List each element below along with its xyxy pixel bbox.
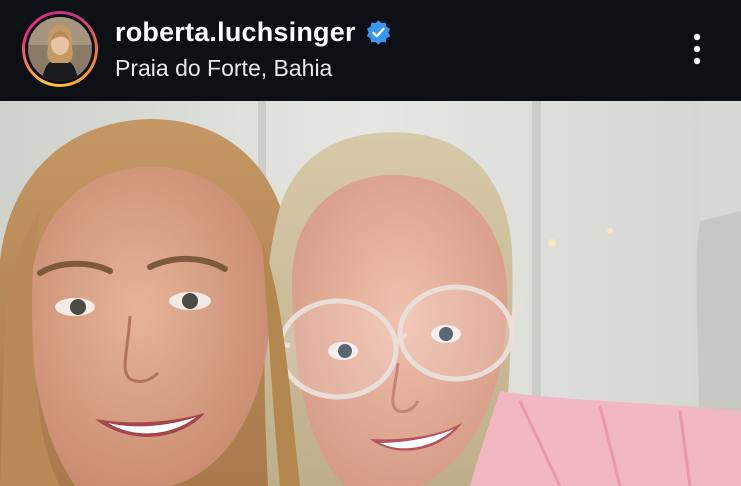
more-options-button[interactable] xyxy=(680,26,714,72)
post-header: roberta.luchsinger Praia do Forte, Bahia xyxy=(0,0,741,101)
selfie-photo-image xyxy=(0,101,741,486)
avatar-gap xyxy=(25,14,95,84)
post-photo[interactable] xyxy=(0,101,741,486)
username-link[interactable]: roberta.luchsinger xyxy=(115,17,356,48)
profile-avatar[interactable] xyxy=(28,17,92,81)
location-link[interactable]: Praia do Forte, Bahia xyxy=(115,55,332,82)
more-vertical-icon xyxy=(693,33,701,65)
username-row: roberta.luchsinger xyxy=(115,14,392,50)
instagram-post-screen: roberta.luchsinger Praia do Forte, Bahia xyxy=(0,0,741,486)
verified-badge-icon xyxy=(366,19,390,45)
story-ring[interactable] xyxy=(22,11,98,87)
